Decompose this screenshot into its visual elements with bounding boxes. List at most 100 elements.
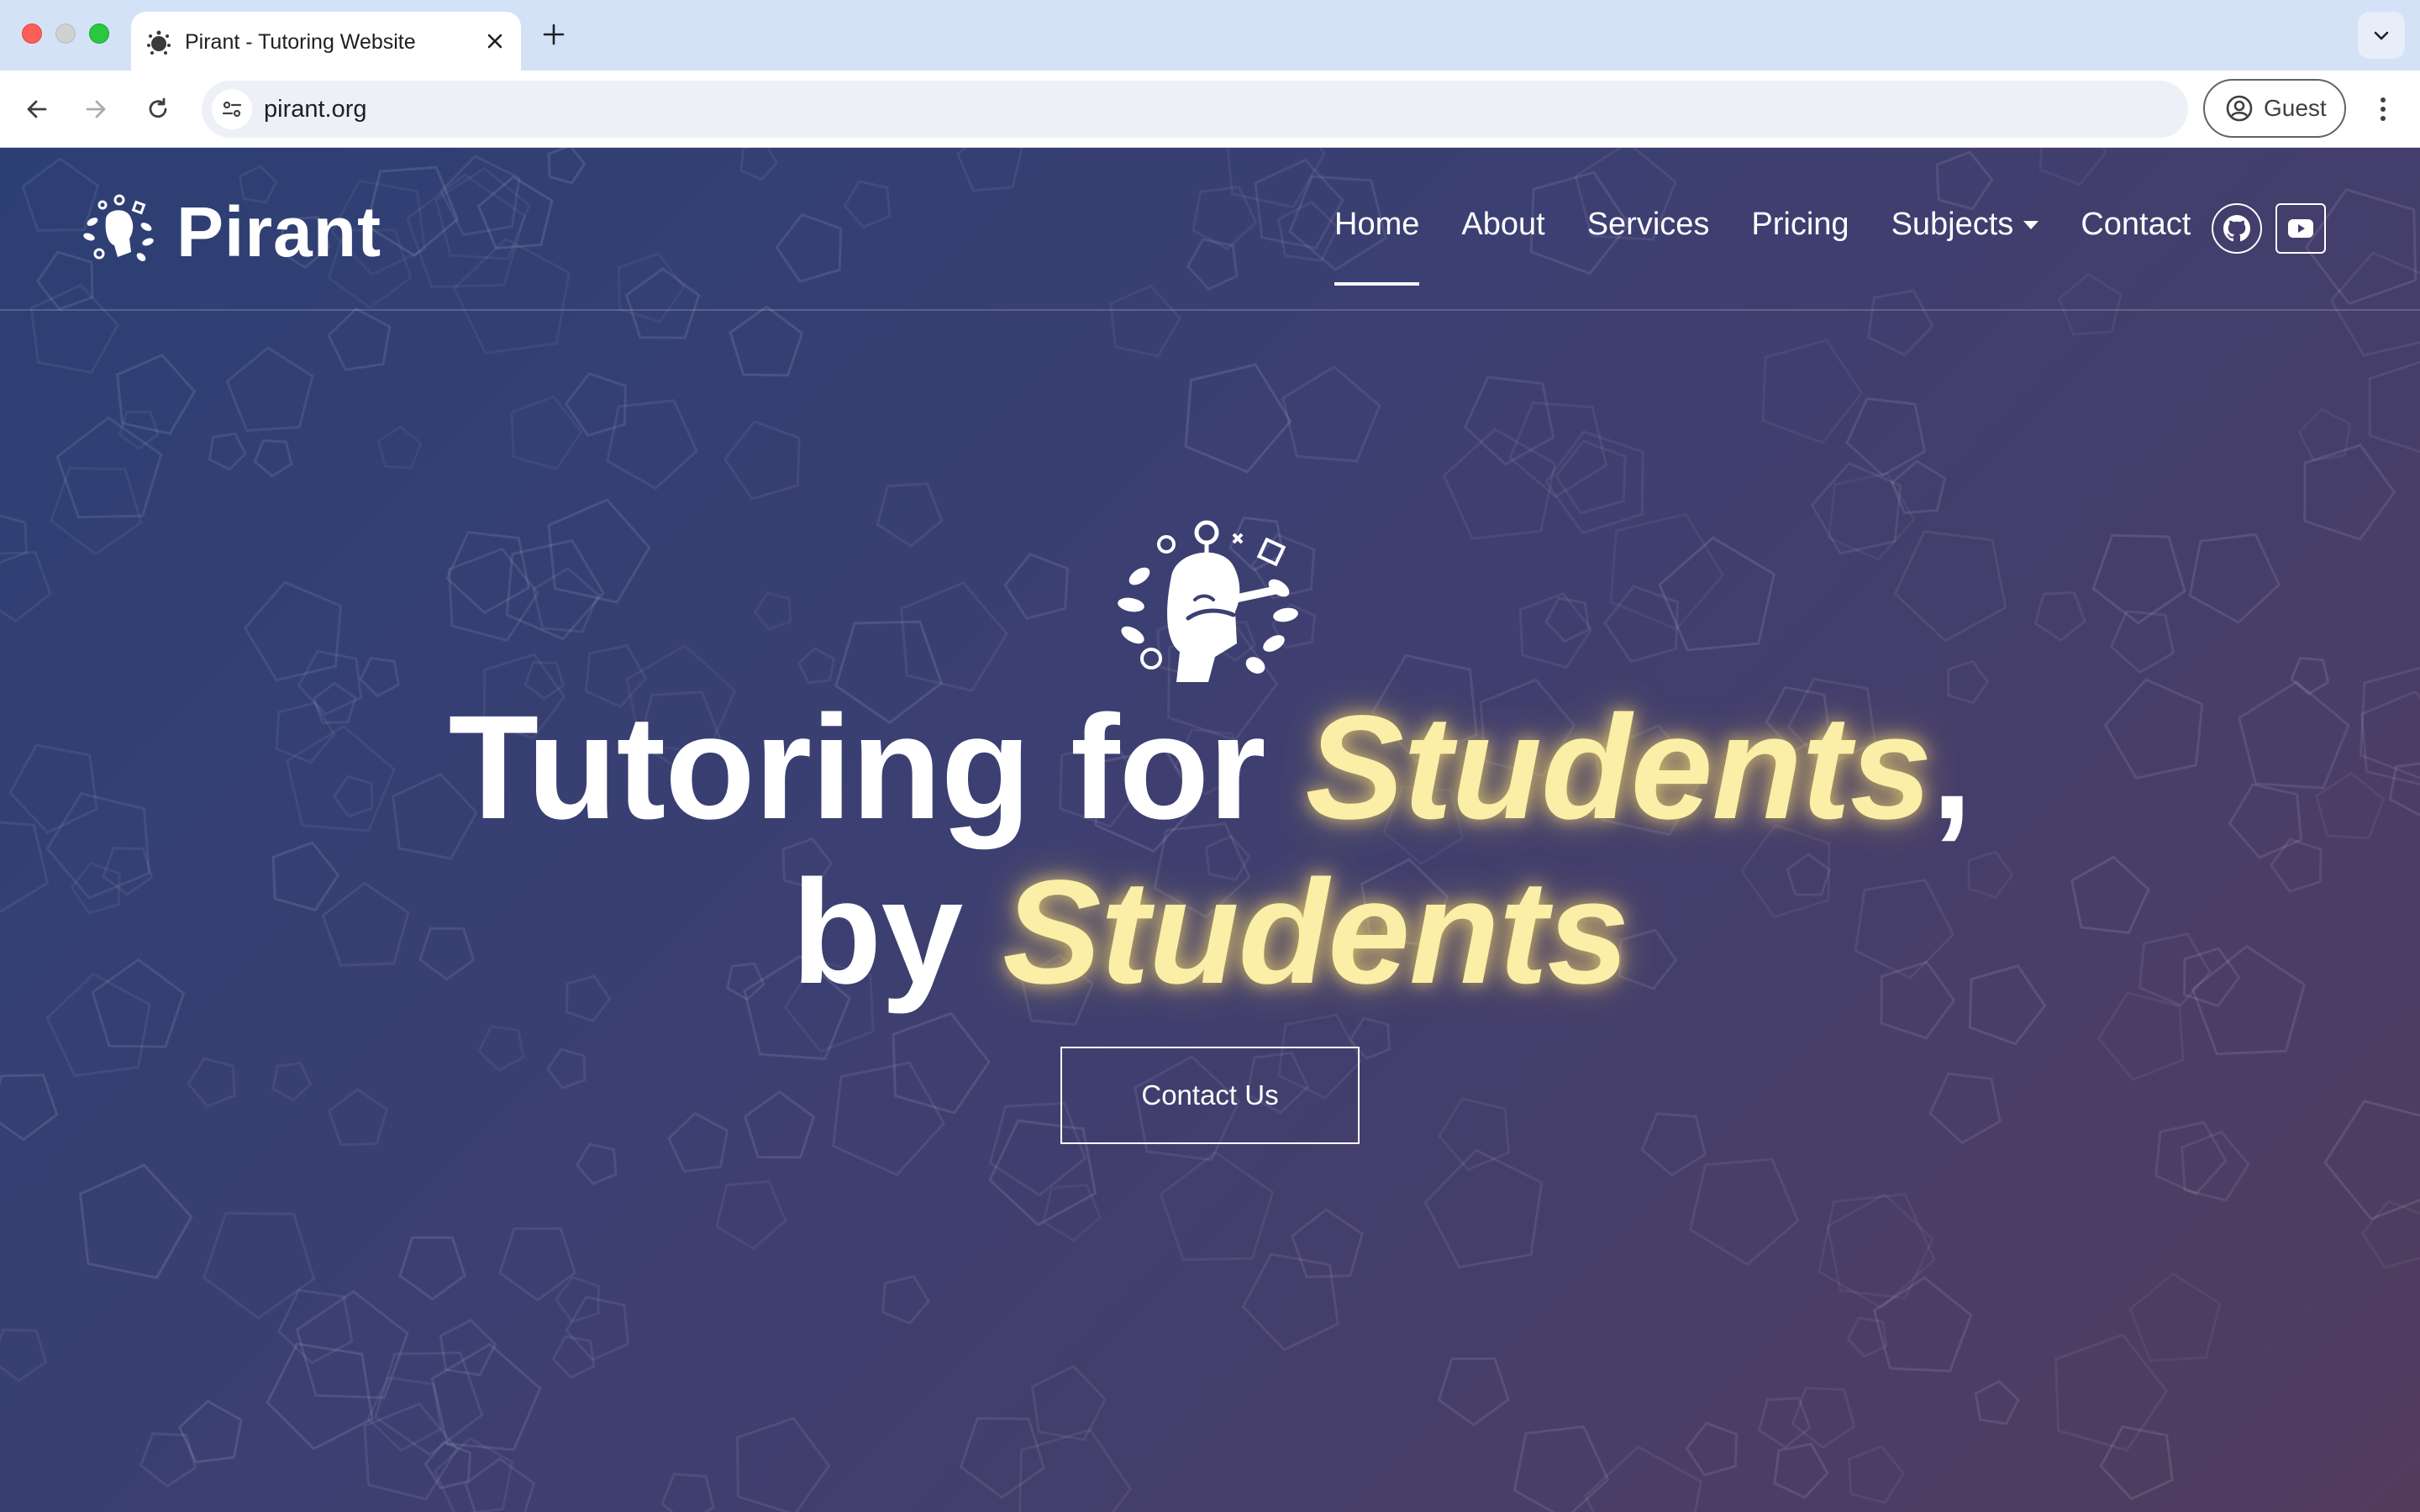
pentagon-shape	[575, 1142, 618, 1186]
forward-arrow-icon[interactable]	[76, 89, 116, 129]
nav-home[interactable]: Home	[1334, 207, 1420, 286]
pentagon-shape	[666, 1111, 729, 1173]
pentagon-shape	[1554, 439, 1627, 515]
maximize-window-button[interactable]	[89, 24, 109, 44]
pentagon-shape	[1928, 1072, 2002, 1145]
nav-services-label: Services	[1586, 207, 1710, 242]
pentagon-shape	[1773, 1442, 1829, 1499]
pentagon-shape	[723, 420, 801, 501]
pentagon-shape	[1810, 461, 1902, 555]
nav-subjects-dropdown[interactable]: Subjects	[1891, 207, 2039, 243]
pentagon-shape	[510, 395, 583, 470]
tab-title: Pirant - Tutoring Website	[185, 30, 416, 54]
pentagon-shape	[376, 425, 423, 470]
pentagon-shape	[797, 646, 836, 685]
reload-icon[interactable]	[138, 89, 178, 129]
pentagon-shape	[1757, 1397, 1812, 1449]
nav-contact[interactable]: Contact	[2081, 207, 2191, 243]
pentagon-shape	[1512, 1425, 1610, 1512]
close-window-button[interactable]	[22, 24, 42, 44]
profile-label: Guest	[2264, 95, 2327, 121]
nav-about[interactable]: About	[1461, 207, 1544, 243]
close-icon[interactable]	[481, 27, 509, 55]
pentagon-shape	[78, 1163, 193, 1279]
profile-button[interactable]: Guest	[2203, 79, 2346, 138]
pentagon-shape	[327, 1087, 389, 1147]
pentagon-shape	[271, 1062, 313, 1102]
pentagon-shape	[1290, 1208, 1364, 1278]
pentagon-shape	[445, 530, 530, 615]
pentagon-shape	[116, 353, 197, 435]
youtube-icon[interactable]	[2275, 203, 2326, 254]
hero-line1-highlight: Students	[1305, 685, 1933, 850]
pentagon-shape	[464, 1457, 536, 1512]
brand-logo-icon	[83, 194, 154, 261]
pentagon-shape	[225, 346, 314, 433]
web-page: Pirant Home About Services Pricing Subje…	[0, 148, 2420, 1512]
nav-services[interactable]: Services	[1587, 207, 1710, 243]
pentagon-shape	[1438, 1096, 1511, 1172]
nav-pricing[interactable]: Pricing	[1751, 207, 1849, 243]
browser-window: Pirant - Tutoring Website pirant.org Gue…	[0, 0, 2420, 1512]
pentagon-shape	[1159, 1151, 1275, 1262]
back-arrow-icon[interactable]	[17, 89, 57, 129]
address-bar[interactable]: pirant.org	[202, 81, 2188, 138]
pentagon-shape	[1872, 1276, 1973, 1373]
pentagon-shape	[735, 1416, 831, 1512]
pentagon-shape	[398, 1236, 466, 1301]
nav-home-label: Home	[1334, 207, 1420, 242]
pentagon-shape	[2297, 407, 2352, 462]
pentagon-shape	[564, 371, 627, 438]
contact-us-button[interactable]: Contact Us	[1060, 1047, 1360, 1144]
hero-line1-suffix: ,	[1931, 685, 1972, 850]
pentagon-shape	[532, 566, 600, 633]
pentagon-shape	[729, 305, 804, 377]
pentagon-shape	[959, 1416, 1046, 1499]
pentagon-shape	[606, 399, 698, 491]
pentagon-shape	[753, 591, 792, 632]
pentagon-shape	[208, 432, 247, 471]
pentagon-shape	[2323, 1100, 2420, 1221]
pentagon-shape	[1609, 512, 1725, 631]
nav-subjects-label: Subjects	[1891, 207, 2014, 242]
pentagon-shape	[1281, 365, 1381, 463]
user-circle-icon	[2226, 95, 2253, 122]
hero-line2-highlight: Students	[1002, 850, 1629, 1015]
plus-icon[interactable]	[538, 18, 570, 50]
pentagon-shape	[1584, 1445, 1702, 1512]
site-header: Pirant Home About Services Pricing Subje…	[0, 148, 2420, 311]
hero-line2-prefix: by	[791, 850, 1003, 1015]
brand-link[interactable]: Pirant	[81, 192, 381, 272]
pentagon-shape	[295, 1289, 409, 1399]
site-info-icon[interactable]	[212, 89, 252, 129]
pentagon-shape	[439, 1318, 497, 1377]
pentagon-shape	[0, 1074, 59, 1142]
pentagon-shape	[2128, 1272, 2222, 1362]
pentagon-shape	[1893, 530, 2007, 643]
pentagon-shape	[545, 1047, 587, 1089]
pentagon-shape	[1761, 339, 1864, 444]
kebab-menu-icon[interactable]	[2363, 89, 2403, 129]
pentagon-shape	[1463, 375, 1555, 466]
minimize-window-button[interactable]	[55, 24, 76, 44]
pentagon-shape	[477, 1025, 525, 1073]
pentagon-shape	[660, 1473, 715, 1512]
pentagon-shape	[715, 1179, 787, 1251]
browser-tab[interactable]: Pirant - Tutoring Website	[131, 12, 521, 71]
browser-toolbar: pirant.org Guest	[0, 71, 2420, 148]
nav-contact-label: Contact	[2081, 207, 2191, 242]
pentagon-shape	[50, 466, 143, 556]
github-icon[interactable]	[2212, 203, 2262, 254]
pentagon-shape	[551, 1335, 596, 1379]
url-text: pirant.org	[264, 96, 367, 123]
pentagon-shape	[1640, 1112, 1707, 1177]
main-nav: Home About Services Pricing Subjects Con…	[1334, 207, 2233, 286]
chevron-down-icon[interactable]	[2358, 12, 2405, 59]
pentagon-shape	[1974, 1379, 2020, 1425]
pentagon-shape	[1791, 1386, 1856, 1449]
pentagon-shape	[1847, 1445, 1906, 1504]
pentagon-shape	[832, 1061, 946, 1177]
pentagon-shape	[1508, 401, 1608, 499]
pentagon-shape	[187, 1057, 236, 1108]
pentagon-shape	[0, 551, 52, 623]
